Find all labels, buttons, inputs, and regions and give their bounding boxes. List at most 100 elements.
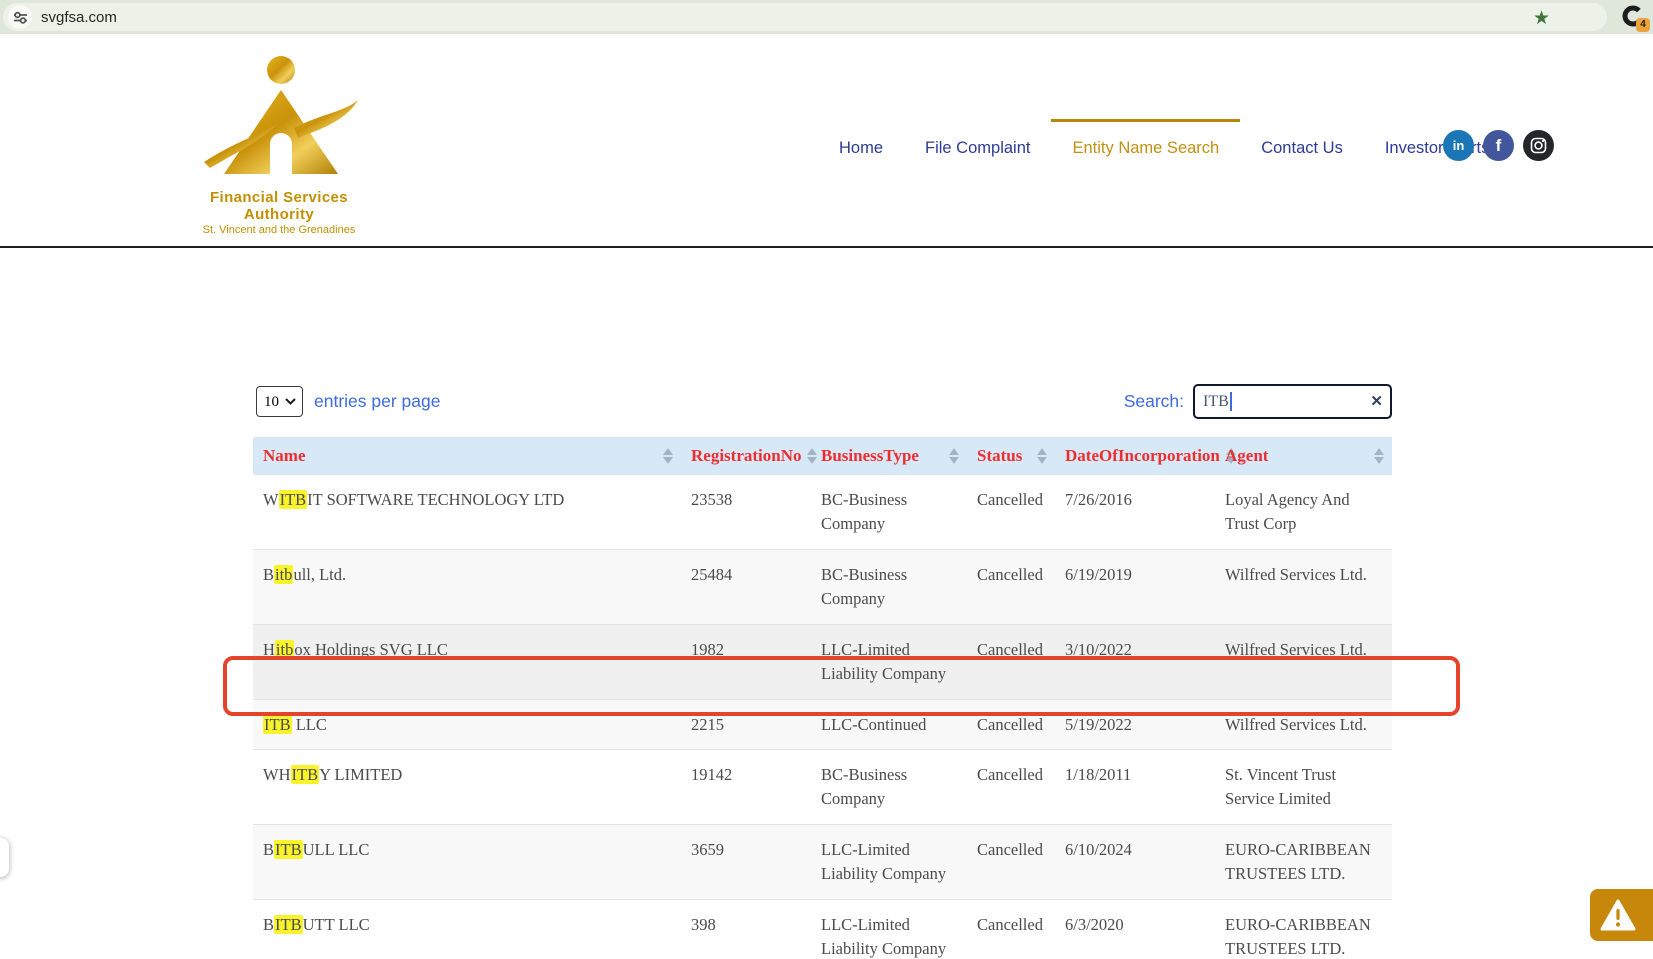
site-logo[interactable]: Financial Services Authority St. Vincent… [186,52,372,236]
instagram-icon[interactable] [1523,130,1554,161]
table-row[interactable]: Bitbull, Ltd.25484BC-Business CompanyCan… [253,549,1392,624]
cell-business-type: LLC-Limited Liability Company [811,624,967,699]
column-header-businesstype[interactable]: BusinessType [811,437,967,475]
cell-date-of-incorporation: 3/10/2022 [1055,624,1215,699]
side-widget-tab[interactable] [0,838,9,877]
url-pill[interactable]: svgfsa.com ★ [3,3,1607,31]
cell-registration-no: 23538 [681,475,811,549]
search-match-highlight: itb [274,565,293,584]
column-label: Status [977,446,1022,466]
cell-agent: St. Vincent Trust Service Limited [1215,750,1392,825]
cell-agent: EURO-CARIBBEAN TRUSTEES LTD. [1215,900,1392,959]
nav-item-entity-name-search[interactable]: Entity Name Search [1051,119,1240,168]
cell-business-type: LLC-Limited Liability Company [811,825,967,900]
column-header-registrationno[interactable]: RegistrationNo [681,437,811,475]
cell-agent: Loyal Agency And Trust Corp [1215,475,1392,549]
cell-status: Cancelled [967,624,1055,699]
cell-name: BITBUTT LLC [253,900,681,959]
cell-registration-no: 1982 [681,624,811,699]
table-row[interactable]: BITBUTT LLC398LLC-Limited Liability Comp… [253,900,1392,959]
cell-status: Cancelled [967,825,1055,900]
social-icons: in f [1443,130,1554,161]
search-match-highlight: ITB [279,490,308,509]
cell-name: BITBULL LLC [253,825,681,900]
url-text[interactable]: svgfsa.com [41,9,117,26]
cell-name: WITBIT SOFTWARE TECHNOLOGY LTD [253,475,681,549]
facebook-icon[interactable]: f [1483,130,1514,161]
cell-business-type: BC-Business Company [811,549,967,624]
column-header-name[interactable]: Name [253,437,681,475]
cell-status: Cancelled [967,750,1055,825]
table-row[interactable]: BITBULL LLC3659LLC-Limited Liability Com… [253,825,1392,900]
search-match-highlight: ITB [274,840,303,859]
cell-business-type: LLC-Limited Liability Company [811,900,967,959]
column-header-agent[interactable]: Agent [1215,437,1392,475]
cell-name: WHITBY LIMITED [253,750,681,825]
main-nav: HomeFile ComplaintEntity Name SearchCont… [818,119,1510,168]
search-label: Search: [1124,391,1184,412]
nav-item-contact-us[interactable]: Contact Us [1240,119,1364,168]
cell-agent: Wilfred Services Ltd. [1215,549,1392,624]
entries-per-page-label: entries per page [314,391,440,412]
sort-icon [657,448,673,464]
bookmark-star-icon[interactable]: ★ [1533,7,1550,30]
cell-registration-no: 2215 [681,699,811,750]
nav-item-file-complaint[interactable]: File Complaint [904,119,1051,168]
cell-date-of-incorporation: 5/19/2022 [1055,699,1215,750]
sort-icon [801,448,817,464]
cell-registration-no: 25484 [681,549,811,624]
cell-status: Cancelled [967,475,1055,549]
cell-date-of-incorporation: 6/3/2020 [1055,900,1215,959]
browser-address-bar[interactable]: svgfsa.com ★ 4 [0,0,1653,34]
cell-business-type: LLC-Continued [811,699,967,750]
table-row[interactable]: Hitbox Holdings SVG LLC1982LLC-Limited L… [253,624,1392,699]
table-row[interactable]: WHITBY LIMITED19142BC-Business CompanyCa… [253,750,1392,825]
entries-per-page-select[interactable]: 10 [256,386,303,417]
table-row[interactable]: ITB LLC2215LLC-ContinuedCancelled5/19/20… [253,699,1392,750]
cell-agent: EURO-CARIBBEAN TRUSTEES LTD. [1215,825,1392,900]
logo-subtitle: St. Vincent and the Grenadines [186,224,372,236]
column-header-dateofincorporation[interactable]: DateOfIncorporation [1055,437,1215,475]
search-match-highlight: ITB [263,715,292,734]
search-match-highlight: ITB [274,915,303,934]
cell-date-of-incorporation: 1/18/2011 [1055,750,1215,825]
search-match-highlight: itb [275,640,294,659]
site-settings-icon[interactable] [8,5,32,29]
column-label: Agent [1225,446,1268,466]
alert-widget-button[interactable] [1590,889,1653,941]
cell-agent: Wilfred Services Ltd. [1215,624,1392,699]
column-label: BusinessType [821,446,919,466]
linkedin-icon[interactable]: in [1443,130,1474,161]
warning-triangle-icon [1600,899,1636,932]
cell-name: Bitbull, Ltd. [253,549,681,624]
cell-date-of-incorporation: 6/19/2019 [1055,549,1215,624]
cell-status: Cancelled [967,549,1055,624]
cell-business-type: BC-Business Company [811,475,967,549]
cell-name: Hitbox Holdings SVG LLC [253,624,681,699]
table-controls: 10 entries per page Search: ✕ [253,383,1392,420]
entity-search-results: 10 entries per page Search: ✕ NameReg [253,383,1392,959]
search-match-highlight: ITB [291,765,320,784]
nav-item-home[interactable]: Home [818,119,904,168]
sort-icon [943,448,959,464]
cell-date-of-incorporation: 7/26/2016 [1055,475,1215,549]
sort-icon [1031,448,1047,464]
search-input[interactable] [1193,384,1392,419]
column-label: DateOfIncorporation [1065,446,1220,466]
cell-registration-no: 398 [681,900,811,959]
extension-badge: 4 [1636,18,1650,32]
column-label: RegistrationNo [691,446,801,466]
cell-date-of-incorporation: 6/10/2024 [1055,825,1215,900]
column-label: Name [263,446,305,466]
cell-status: Cancelled [967,699,1055,750]
sort-icon [1368,448,1384,464]
cell-business-type: BC-Business Company [811,750,967,825]
page: svgfsa.com ★ 4 [0,0,1653,959]
table-row[interactable]: WITBIT SOFTWARE TECHNOLOGY LTD23538BC-Bu… [253,475,1392,549]
search-clear-icon[interactable]: ✕ [1370,392,1383,410]
logo-mark [186,52,372,182]
entities-table: Name RegistrationNo BusinessType Status Date… [253,437,1392,959]
site-header: Financial Services Authority St. Vincent… [0,34,1653,248]
browser-extension-icon[interactable]: 4 [1621,4,1647,30]
column-header-status[interactable]: Status [967,437,1055,475]
